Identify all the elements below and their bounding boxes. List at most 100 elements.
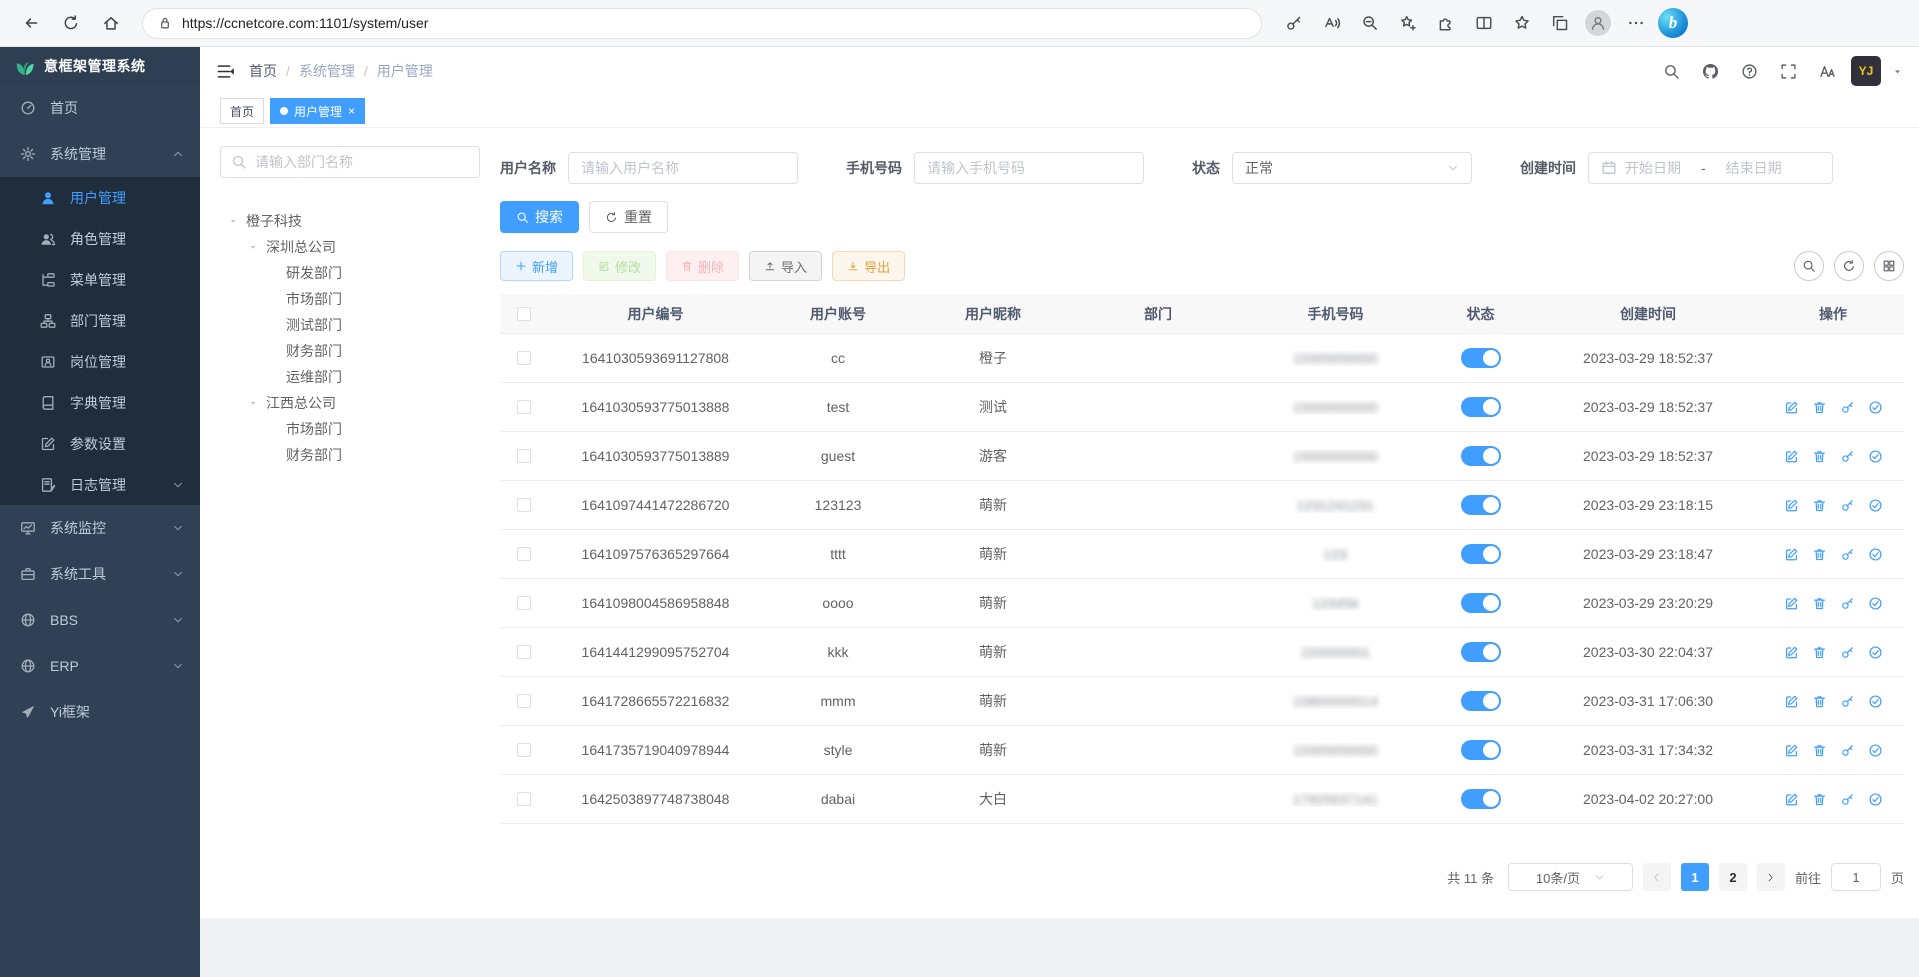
edit-op-icon[interactable]	[1784, 400, 1799, 415]
tree-node[interactable]: 研发部门	[220, 260, 480, 286]
edit-op-icon[interactable]	[1784, 596, 1799, 611]
profile-avatar[interactable]	[1585, 10, 1611, 36]
goto-input[interactable]: 1	[1831, 863, 1881, 891]
tree-node[interactable]: 深圳总公司	[220, 234, 480, 260]
status-toggle[interactable]	[1461, 446, 1501, 466]
row-checkbox[interactable]	[517, 498, 531, 512]
export-button[interactable]: 导出	[832, 251, 905, 281]
row-checkbox[interactable]	[517, 596, 531, 610]
tree-caret-icon[interactable]	[228, 216, 246, 226]
assign-role-op-icon[interactable]	[1868, 498, 1883, 513]
prev-page-button[interactable]	[1643, 863, 1671, 891]
edit-op-icon[interactable]	[1784, 547, 1799, 562]
reset-password-op-icon[interactable]	[1840, 400, 1855, 415]
next-page-button[interactable]	[1757, 863, 1785, 891]
tree-node[interactable]: 市场部门	[220, 286, 480, 312]
row-checkbox[interactable]	[517, 743, 531, 757]
reset-password-op-icon[interactable]	[1840, 596, 1855, 611]
sidebar-item-system-tools[interactable]: 系统工具	[0, 551, 200, 597]
reset-password-op-icon[interactable]	[1840, 547, 1855, 562]
tree-node[interactable]: 财务部门	[220, 442, 480, 468]
edit-op-icon[interactable]	[1784, 449, 1799, 464]
reset-password-op-icon[interactable]	[1840, 694, 1855, 709]
row-checkbox[interactable]	[517, 351, 531, 365]
row-checkbox[interactable]	[517, 547, 531, 561]
delete-op-icon[interactable]	[1812, 449, 1827, 464]
sidebar-item-log-management[interactable]: 日志管理	[0, 464, 200, 505]
collections-button[interactable]	[1544, 8, 1575, 39]
sidebar-item-role-management[interactable]: 角色管理	[0, 218, 200, 259]
search-button[interactable]: 搜索	[500, 201, 579, 233]
assign-role-op-icon[interactable]	[1868, 449, 1883, 464]
sidebar-item-dict-management[interactable]: 字典管理	[0, 382, 200, 423]
aloud-button[interactable]	[1316, 8, 1347, 39]
reset-password-op-icon[interactable]	[1840, 645, 1855, 660]
tree-node[interactable]: 江西总公司	[220, 390, 480, 416]
columns-button[interactable]	[1874, 251, 1904, 281]
address-bar[interactable]: https://ccnetcore.com:1101/system/user	[142, 8, 1262, 39]
row-checkbox[interactable]	[517, 400, 531, 414]
edit-button[interactable]: 修改	[583, 251, 656, 281]
edit-op-icon[interactable]	[1784, 645, 1799, 660]
tree-node[interactable]: 运维部门	[220, 364, 480, 390]
row-checkbox[interactable]	[517, 694, 531, 708]
home-button[interactable]	[94, 6, 128, 40]
url-text[interactable]: https://ccnetcore.com:1101/system/user	[182, 15, 428, 31]
sidebar-item-post-management[interactable]: 岗位管理	[0, 341, 200, 382]
tab-home[interactable]: 首页	[220, 98, 264, 124]
delete-button[interactable]: 删除	[666, 251, 739, 281]
sidebar-item-home[interactable]: 首页	[0, 85, 200, 131]
tree-caret-icon[interactable]	[248, 398, 266, 408]
delete-op-icon[interactable]	[1812, 400, 1827, 415]
status-toggle[interactable]	[1461, 544, 1501, 564]
search-button[interactable]	[1656, 56, 1686, 86]
page-2-button[interactable]: 2	[1719, 863, 1747, 891]
chevron-down-icon[interactable]	[1892, 66, 1903, 77]
sidebar-item-system-management[interactable]: 系统管理	[0, 131, 200, 177]
row-checkbox[interactable]	[517, 792, 531, 806]
edit-op-icon[interactable]	[1784, 743, 1799, 758]
reset-button[interactable]: 重置	[589, 201, 668, 233]
breadcrumb-item-0[interactable]: 首页	[249, 61, 277, 81]
user-name-input[interactable]: 请输入用户名称	[568, 152, 798, 184]
delete-op-icon[interactable]	[1812, 645, 1827, 660]
select-all-checkbox[interactable]	[517, 307, 531, 321]
tree-node[interactable]: 测试部门	[220, 312, 480, 338]
tree-node[interactable]: 橙子科技	[220, 208, 480, 234]
status-toggle[interactable]	[1461, 593, 1501, 613]
starbar-button[interactable]	[1506, 8, 1537, 39]
reset-password-op-icon[interactable]	[1840, 743, 1855, 758]
bing-logo[interactable]: b	[1658, 8, 1688, 38]
dept-search-input[interactable]: 请输入部门名称	[220, 146, 480, 178]
reset-password-op-icon[interactable]	[1840, 792, 1855, 807]
sidebar-item-menu-management[interactable]: 菜单管理	[0, 259, 200, 300]
create-time-input[interactable]: 开始日期-结束日期	[1588, 152, 1833, 184]
tree-node[interactable]: 市场部门	[220, 416, 480, 442]
edit-op-icon[interactable]	[1784, 694, 1799, 709]
split-button[interactable]	[1468, 8, 1499, 39]
status-toggle[interactable]	[1461, 740, 1501, 760]
reset-password-op-icon[interactable]	[1840, 449, 1855, 464]
sidebar-item-dept-management[interactable]: 部门管理	[0, 300, 200, 341]
row-checkbox[interactable]	[517, 645, 531, 659]
question-button[interactable]	[1734, 56, 1764, 86]
delete-op-icon[interactable]	[1812, 596, 1827, 611]
add-button[interactable]: 新增	[500, 251, 573, 281]
tab-user-management[interactable]: 用户管理×	[270, 98, 365, 124]
refresh-button[interactable]	[54, 6, 88, 40]
back-button[interactable]	[14, 6, 48, 40]
assign-role-op-icon[interactable]	[1868, 547, 1883, 562]
phone-number-input[interactable]: 请输入手机号码	[914, 152, 1144, 184]
status-toggle[interactable]	[1461, 691, 1501, 711]
delete-op-icon[interactable]	[1812, 498, 1827, 513]
status-toggle[interactable]	[1461, 348, 1501, 368]
sidebar-item-bbs[interactable]: BBS	[0, 597, 200, 643]
edit-op-icon[interactable]	[1784, 792, 1799, 807]
status-toggle[interactable]	[1461, 789, 1501, 809]
refresh-button[interactable]	[1834, 251, 1864, 281]
sidebar-item-yi-framework[interactable]: Yi框架	[0, 689, 200, 735]
delete-op-icon[interactable]	[1812, 792, 1827, 807]
hamburger-fold-icon[interactable]	[216, 62, 235, 81]
hide-search-button[interactable]	[1794, 251, 1824, 281]
row-checkbox[interactable]	[517, 449, 531, 463]
